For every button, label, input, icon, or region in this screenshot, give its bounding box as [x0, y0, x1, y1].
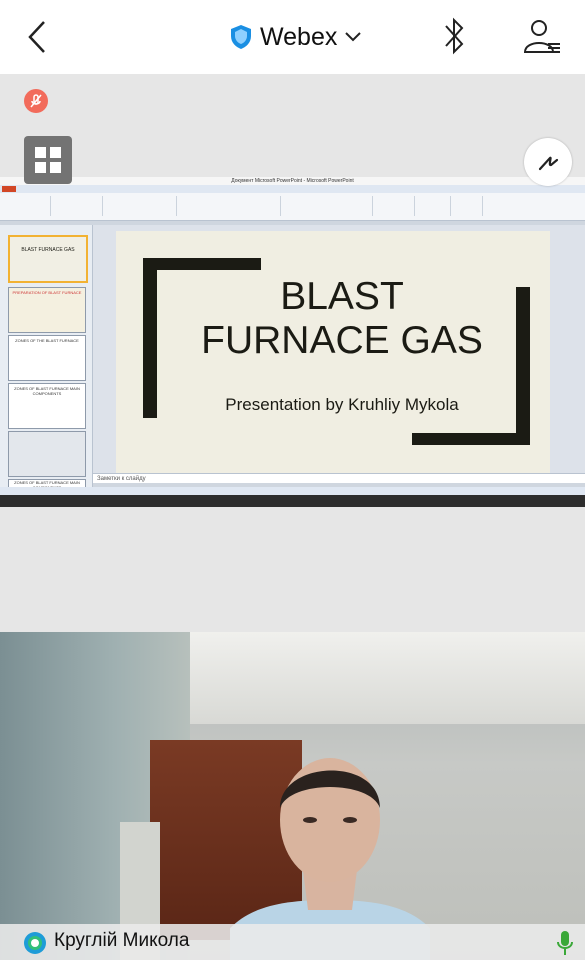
meeting-brand-dropdown[interactable]: Webex [230, 18, 362, 56]
shield-icon [231, 25, 251, 49]
layout-toggle-button[interactable] [24, 136, 72, 184]
shared-screen: Документ Microsoft PowerPoint - Microsof… [0, 177, 585, 507]
chevron-down-icon [345, 32, 362, 42]
back-arrow-icon[interactable] [22, 18, 56, 56]
thumbnail-text: PREPARATION OF BLAST FURNACE [12, 290, 82, 295]
bluetooth-icon[interactable] [440, 16, 468, 56]
participant-video [0, 632, 585, 960]
brand-label: Webex [260, 22, 338, 51]
slide-title: BLAST FURNACE GAS [184, 275, 500, 363]
participant-name: Круглій Микола [54, 930, 190, 951]
screen-share-divider [0, 495, 585, 507]
slide-thumbnail-4[interactable]: ZONES OF BLAST FURNACE MAIN COMPONENTS [8, 383, 86, 429]
microphone-active-icon [557, 931, 573, 955]
annotate-button[interactable] [524, 138, 572, 186]
title-line-1: BLAST [280, 275, 404, 318]
slide-thumbnail-2[interactable]: PREPARATION OF BLAST FURNACE [8, 287, 86, 333]
slide-thumbnail-1[interactable]: BLAST FURNACE GAS [8, 235, 88, 283]
corner-bracket-bottom [412, 433, 530, 445]
thumbnail-text: ZONES OF THE BLAST FURNACE [15, 338, 79, 343]
current-slide: BLAST FURNACE GAS Presentation by Kruhli… [116, 231, 550, 475]
slides-pane: BLAST FURNACE GAS PREPARATION OF BLAST F… [0, 225, 93, 490]
ribbon-tabs [0, 185, 585, 193]
status-bar [0, 487, 585, 495]
slide-subtitle: Presentation by Kruhliy Mykola [225, 395, 459, 414]
thumbnail-text: BLAST FURNACE GAS [21, 247, 75, 253]
slide-thumbnail-3[interactable]: ZONES OF THE BLAST FURNACE [8, 335, 86, 381]
thumbnail-text: ZONES OF BLAST FURNACE MAIN COMPONENTS [14, 386, 80, 396]
mic-off-icon [30, 94, 42, 108]
slide-thumbnail-5[interactable] [8, 431, 86, 477]
slide-notes[interactable]: Заметки к слайду [93, 473, 585, 483]
muted-badge [24, 89, 48, 113]
participants-icon[interactable] [522, 16, 562, 56]
corner-bracket-left [143, 258, 157, 418]
pen-scribble-icon [538, 156, 559, 171]
window-title: Документ Microsoft PowerPoint - Microsof… [0, 177, 585, 185]
grid-icon [35, 147, 61, 173]
ribbon-toolbar [0, 193, 585, 221]
file-tab [2, 186, 16, 192]
app-header: Webex [0, 0, 585, 74]
title-line-2: FURNACE GAS [201, 319, 483, 362]
webex-status-icon [24, 932, 46, 954]
slide-editor: BLAST FURNACE GAS Presentation by Kruhli… [93, 225, 585, 475]
corner-bracket-right [516, 287, 530, 445]
corner-bracket-top [143, 258, 261, 270]
